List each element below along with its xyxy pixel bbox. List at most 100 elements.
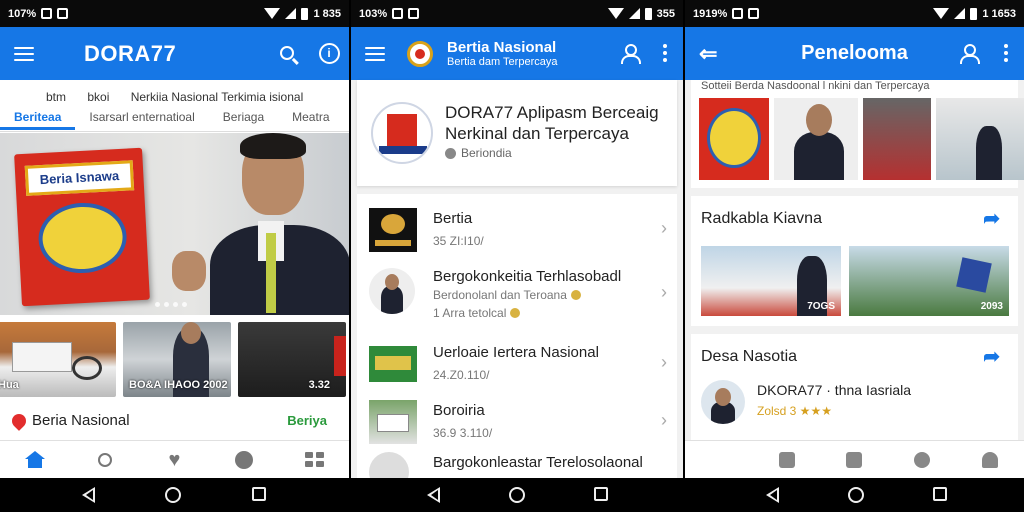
thumbnail-card[interactable]: 3.32 bbox=[238, 322, 346, 397]
strip-caption: Sotteii Berda Nasdoonal l nkini dan Terp… bbox=[701, 80, 930, 92]
profile-button[interactable] bbox=[956, 41, 980, 65]
nav-explore-icon[interactable] bbox=[914, 451, 931, 468]
appbar-subtitle: Bertia dam Terpercaya bbox=[447, 56, 558, 68]
battery-percent: 107% bbox=[8, 7, 37, 20]
item-meta: Berdonolanl dan Teroana bbox=[433, 288, 567, 302]
overflow-menu-button[interactable] bbox=[653, 41, 677, 65]
tab-more[interactable]: Meatra bbox=[278, 110, 343, 130]
item-thumbnail bbox=[369, 268, 415, 314]
wifi-icon bbox=[933, 8, 950, 19]
signal-icon bbox=[628, 8, 640, 19]
tab-internasional[interactable]: Isarsarl enternatioal bbox=[75, 110, 208, 130]
list-item[interactable]: Bargokonleastar Terelosolaonal bbox=[357, 444, 677, 478]
overflow-menu-button[interactable] bbox=[994, 41, 1018, 65]
info-button[interactable]: i bbox=[317, 41, 341, 65]
hero-banner[interactable]: Beria Isnawa bbox=[0, 133, 349, 315]
recents-icon[interactable] bbox=[933, 487, 947, 501]
clock: 1 1653 bbox=[982, 7, 1016, 20]
grid-icon bbox=[304, 452, 324, 467]
item-thumbnail bbox=[369, 452, 409, 478]
nav-favorites[interactable]: ♥ bbox=[163, 450, 185, 470]
app-bar: ⇐ Penelooma bbox=[685, 27, 1024, 80]
card-title: Radkabla Kiavna bbox=[701, 210, 822, 227]
back-icon[interactable] bbox=[427, 487, 440, 503]
home-circle-icon[interactable] bbox=[165, 487, 181, 503]
item-avatar bbox=[701, 380, 745, 424]
nav-home[interactable] bbox=[24, 450, 46, 470]
thumbnail-caption: BO&A IHAOO 2002 bbox=[129, 379, 228, 391]
clock: 355 bbox=[656, 7, 675, 20]
battery-icon bbox=[301, 7, 309, 20]
share-arrow-icon[interactable]: ➦ bbox=[983, 344, 1000, 369]
category-item[interactable]: Nerkiia Nasional Terkimia isional bbox=[131, 90, 304, 104]
emblem-icon bbox=[407, 40, 433, 67]
menu-icon[interactable] bbox=[14, 46, 34, 61]
section-header: Beria Nasional Beriya bbox=[9, 410, 327, 431]
profile-button[interactable] bbox=[617, 41, 641, 65]
status-bar: 103% 355 bbox=[351, 0, 683, 27]
back-icon[interactable] bbox=[82, 487, 95, 503]
recents-icon[interactable] bbox=[252, 487, 266, 501]
nav-profile-icon[interactable] bbox=[982, 451, 999, 468]
app-title: DORA77 bbox=[84, 40, 177, 66]
category-icon bbox=[445, 147, 456, 159]
book-title: Beria Isnawa bbox=[24, 160, 135, 196]
back-icon[interactable] bbox=[766, 487, 779, 503]
app-info-card[interactable]: DORA77 Aplipasm Berceaig Nerkinal dan Te… bbox=[357, 80, 677, 186]
user-icon bbox=[620, 44, 641, 64]
chevron-right-icon: › bbox=[661, 352, 667, 372]
bottom-navigation bbox=[685, 440, 1024, 478]
nav-video[interactable] bbox=[233, 450, 255, 470]
item-title: Bargokonleastar Terelosolaonal bbox=[433, 454, 643, 471]
photo-tile[interactable] bbox=[936, 98, 1024, 180]
item-meta: 36.9 3.110/ bbox=[433, 426, 493, 440]
photo-strip-card: Sotteii Berda Nasdoonal l nkini dan Terp… bbox=[691, 80, 1024, 188]
android-navigation-bar bbox=[0, 478, 1024, 512]
chevron-right-icon: › bbox=[661, 282, 667, 302]
photo-tile[interactable] bbox=[774, 98, 858, 180]
list-item[interactable]: Uerloaie Iertera Nasional 24.Z0.110/ › bbox=[357, 334, 677, 394]
battery-icon bbox=[970, 7, 978, 20]
tab-olahraga[interactable]: Beriaga bbox=[209, 110, 278, 130]
item-title: Uerloaie Iertera Nasional bbox=[433, 344, 599, 361]
screen-detail: 1919% 1 1653 ⇐ Penelooma Sotteii Berda N… bbox=[685, 0, 1024, 478]
share-arrow-icon[interactable]: ➦ bbox=[983, 206, 1000, 231]
status-icon bbox=[510, 308, 521, 318]
see-more-link[interactable]: Beriya bbox=[287, 413, 327, 428]
nav-more[interactable] bbox=[303, 450, 325, 470]
nav-search[interactable] bbox=[94, 450, 116, 470]
news-list: Bertia 35 ZI:I10/ › Bergokonkeitia Terhl… bbox=[357, 194, 677, 478]
appbar-title: Bertia Nasional bbox=[447, 39, 557, 56]
nav-news-icon[interactable] bbox=[778, 451, 795, 468]
nav-trending-icon[interactable] bbox=[846, 451, 863, 468]
category-item[interactable]: bkoi bbox=[87, 90, 109, 104]
wifi-icon bbox=[264, 8, 281, 19]
signal-icon bbox=[954, 8, 966, 19]
tab-berita[interactable]: Beriteaa bbox=[0, 110, 76, 130]
recents-icon[interactable] bbox=[594, 487, 608, 501]
thumbnail-card[interactable]: BO&A IHAOO 2002 bbox=[123, 322, 231, 397]
item-meta: 24.Z0.110/ bbox=[433, 368, 490, 382]
category-bar: btm bkoi Nerkiia Nasional Terkimia ision… bbox=[0, 80, 349, 132]
list-item[interactable]: Bertia 35 ZI:I10/ › bbox=[357, 200, 677, 260]
person-photo bbox=[170, 133, 349, 315]
category-item[interactable]: btm bbox=[46, 90, 66, 104]
search-icon bbox=[280, 46, 294, 60]
notification-icon bbox=[57, 8, 69, 19]
thumbnail-card[interactable]: Hua bbox=[0, 322, 116, 397]
search-icon bbox=[97, 452, 112, 467]
card-photo[interactable]: 7OGS bbox=[701, 246, 841, 316]
list-item[interactable]: Bergokonkeitia Terhlasobadl Berdonolanl … bbox=[357, 258, 677, 328]
home-circle-icon[interactable] bbox=[509, 487, 525, 503]
search-button[interactable] bbox=[275, 41, 299, 65]
carousel-indicator bbox=[155, 302, 187, 307]
menu-icon[interactable] bbox=[365, 46, 385, 61]
app-logo bbox=[371, 102, 433, 164]
photo-tile[interactable] bbox=[699, 98, 769, 180]
card-photo[interactable]: 2093 bbox=[849, 246, 1009, 316]
gallery-icon bbox=[392, 8, 404, 19]
photo-tile[interactable] bbox=[863, 98, 931, 180]
home-circle-icon[interactable] bbox=[848, 487, 864, 503]
info-icon: i bbox=[318, 42, 340, 64]
list-item[interactable]: Boroiria 36.9 3.110/ › bbox=[357, 392, 677, 452]
